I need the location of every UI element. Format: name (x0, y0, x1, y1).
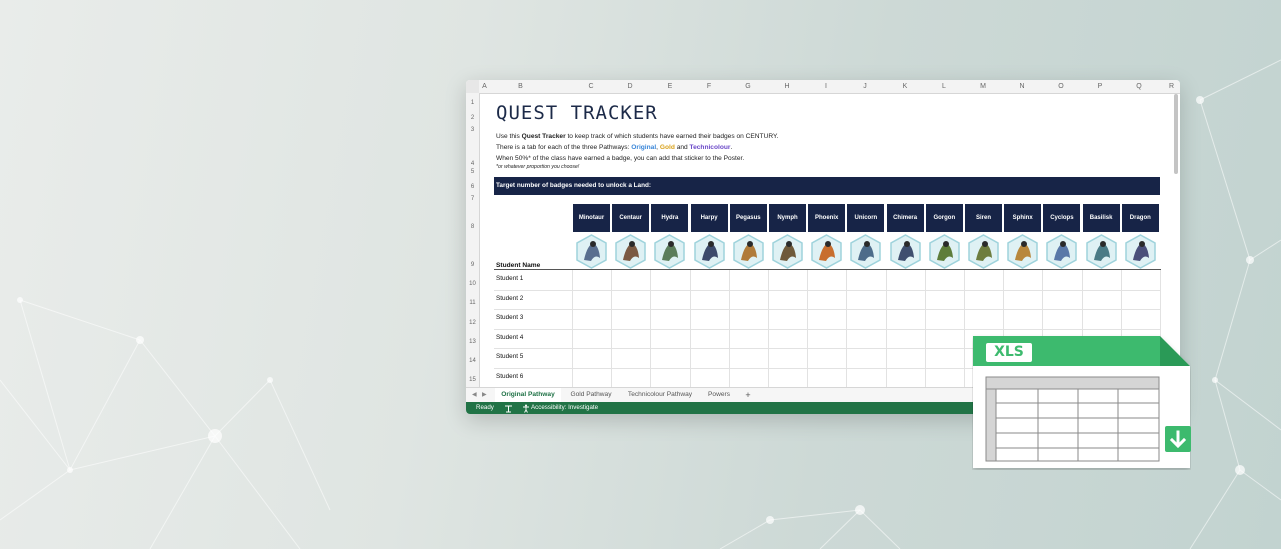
prev-sheet-icon[interactable]: ◀ (472, 388, 477, 402)
row-header-5[interactable]: 5 (466, 169, 479, 175)
badge-harpy-icon (693, 234, 725, 269)
student-name-cell[interactable]: Student 3 (496, 314, 523, 321)
student-name-header: Student Name (496, 262, 541, 269)
creature-header-sphinx: Sphinx (1004, 204, 1042, 232)
intro-line-1: Use this Quest Tracker to keep track of … (496, 133, 779, 140)
column-header-g[interactable]: G (730, 80, 766, 93)
accessibility-icon[interactable] (522, 402, 530, 414)
column-header-n[interactable]: N (1004, 80, 1040, 93)
column-header-d[interactable]: D (612, 80, 648, 93)
column-header-b[interactable]: B (491, 80, 550, 93)
creature-header-centaur: Centaur (612, 204, 650, 232)
column-header-h[interactable]: H (769, 80, 805, 93)
table-row[interactable]: Student 3 (494, 309, 1161, 330)
row-header-8[interactable]: 8 (466, 224, 479, 230)
column-header-l[interactable]: L (926, 80, 962, 93)
row-header-11[interactable]: 11 (466, 300, 479, 306)
row-header-14[interactable]: 14 (466, 358, 479, 364)
badge-minotaur-icon (576, 234, 607, 269)
row-header-15[interactable]: 15 (466, 377, 479, 383)
creature-header-basilisk: Basilisk (1082, 204, 1120, 232)
badge-basilisk-icon (1085, 234, 1117, 269)
badge-chimera-icon (889, 234, 921, 269)
column-header-k[interactable]: K (887, 80, 923, 93)
row-header-bar: 1 2 3 4 5 6 7 8 9 10 11 12 13 14 15 (466, 93, 480, 391)
row-header-4[interactable]: 4 (466, 161, 479, 167)
row-header-6[interactable]: 6 (466, 184, 479, 190)
status-ready: Ready (476, 404, 494, 411)
row-header-2[interactable]: 2 (466, 115, 479, 121)
creature-header-gorgon: Gorgon (925, 204, 963, 232)
table-row[interactable]: Student 1 (494, 270, 1161, 291)
column-header-j[interactable]: J (847, 80, 883, 93)
column-header-e[interactable]: E (652, 80, 688, 93)
footnote: *or whatever proportion you choose! (496, 164, 580, 170)
row-header-12[interactable]: 12 (466, 320, 479, 326)
student-name-cell[interactable]: Student 2 (496, 295, 523, 302)
creature-header-minotaur: Minotaur (573, 204, 610, 232)
creature-header-nymph: Nymph (769, 204, 806, 232)
add-sheet-button[interactable]: + (739, 388, 757, 402)
target-banner[interactable]: Target number of badges needed to unlock… (494, 177, 1160, 195)
badge-unicorn-icon (850, 234, 882, 269)
creature-header-chimera: Chimera (886, 204, 924, 232)
sheet-title: QUEST TRACKER (496, 102, 658, 124)
xls-file-icon: XLS (972, 334, 1191, 470)
vertical-scrollbar[interactable] (1174, 94, 1178, 174)
student-name-cell[interactable]: Student 4 (496, 334, 523, 341)
xls-badge: XLS (994, 344, 1024, 360)
intro-line-3: When 50%* of the class have earned a bad… (496, 155, 745, 162)
badge-pegasus-icon (733, 234, 764, 269)
cell-mode-icon (504, 402, 513, 414)
row-header-1[interactable]: 1 (466, 100, 479, 106)
row-header-13[interactable]: 13 (466, 339, 479, 345)
row-header-9[interactable]: 9 (466, 262, 479, 268)
select-all-corner[interactable] (466, 80, 479, 93)
row-header-3[interactable]: 3 (466, 127, 479, 133)
column-header-bar: AB CDEFGHIJKLMNOPQR (466, 80, 1180, 94)
column-header-r[interactable]: R (1163, 80, 1180, 93)
creature-header-dragon: Dragon (1121, 204, 1159, 232)
student-name-cell[interactable]: Student 5 (496, 353, 523, 360)
badge-centaur-icon (615, 234, 646, 269)
creature-header-unicorn: Unicorn (847, 204, 885, 232)
student-name-cell[interactable]: Student 1 (496, 275, 523, 282)
badge-cyclops-icon (1046, 234, 1078, 269)
creature-header-harpy: Harpy (690, 204, 728, 232)
badge-siren-icon (968, 234, 999, 269)
intro-line-2: There is a tab for each of the three Pat… (496, 144, 733, 151)
column-header-f[interactable]: F (691, 80, 727, 93)
creature-header-hydra: Hydra (651, 204, 689, 232)
creature-header-siren: Siren (965, 204, 1002, 232)
column-header-i[interactable]: I (808, 80, 844, 93)
row-header-7[interactable]: 7 (466, 196, 479, 202)
badge-sphinx-icon (1007, 234, 1038, 269)
tab-powers[interactable]: Powers (701, 388, 737, 402)
row-header-10[interactable]: 10 (466, 281, 479, 287)
creature-header-pegasus: Pegasus (729, 204, 767, 232)
tab-gold-pathway[interactable]: Gold Pathway (563, 388, 619, 402)
column-header-p[interactable]: P (1082, 80, 1118, 93)
creature-header-cyclops: Cyclops (1043, 204, 1081, 232)
table-row[interactable]: Student 2 (494, 290, 1161, 310)
badge-hydra-icon (654, 234, 686, 269)
tab-technicolour-pathway[interactable]: Technicolour Pathway (621, 388, 699, 402)
column-header-m[interactable]: M (965, 80, 1001, 93)
badge-phoenix-icon (811, 234, 842, 269)
next-sheet-icon[interactable]: ▶ (482, 388, 487, 402)
column-header-q[interactable]: Q (1121, 80, 1157, 93)
column-header-c[interactable]: C (573, 80, 609, 93)
student-name-cell[interactable]: Student 6 (496, 373, 523, 380)
accessibility-status[interactable]: Accessibility: Investigate (531, 402, 598, 414)
badge-dragon-icon (1125, 234, 1156, 269)
column-header-a[interactable]: A (479, 80, 490, 93)
column-header-o[interactable]: O (1043, 80, 1079, 93)
creature-header-phoenix: Phoenix (808, 204, 846, 232)
badge-nymph-icon (772, 234, 803, 269)
badge-gorgon-icon (929, 234, 960, 269)
